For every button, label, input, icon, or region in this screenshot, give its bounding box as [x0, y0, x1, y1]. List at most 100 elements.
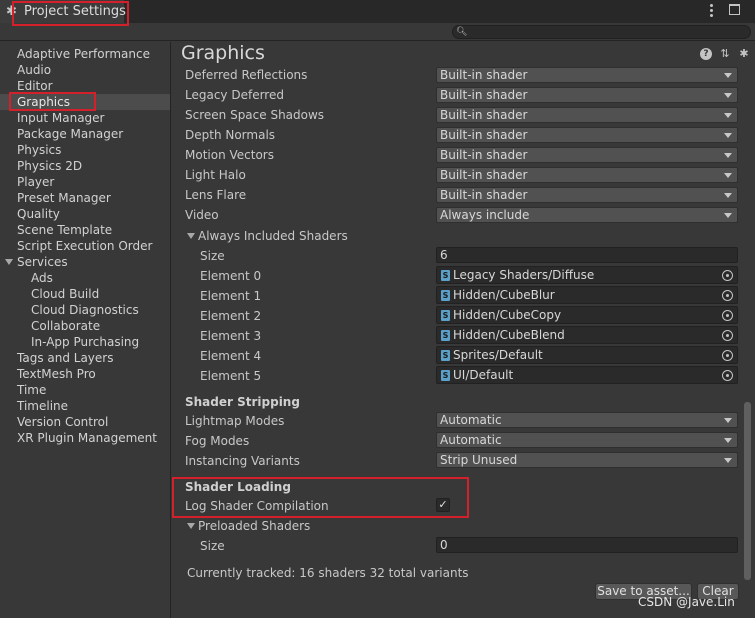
deferred-reflections-dropdown[interactable]: Built-in shader	[436, 67, 738, 83]
chevron-down-icon	[724, 133, 732, 138]
sidebar-item-in-app-purchasing[interactable]: In-App Purchasing	[31, 334, 139, 350]
object-picker-icon[interactable]	[722, 370, 733, 381]
dropdown-value: Built-in shader	[440, 188, 528, 202]
kebab-menu-icon[interactable]	[707, 3, 715, 20]
element-3-object-field[interactable]: S Hidden/CubeBlend	[436, 326, 738, 344]
sidebar-item-adaptive-performance[interactable]: Adaptive Performance	[17, 46, 150, 62]
chevron-down-icon	[724, 153, 732, 158]
shader-icon: S	[441, 290, 450, 301]
element-label: Element 0	[200, 269, 262, 283]
row-label: Deferred Reflections	[185, 68, 308, 82]
preloaded-fold-arrow-icon[interactable]	[187, 523, 195, 529]
sidebar-item-version-control[interactable]: Version Control	[17, 414, 108, 430]
preloaded-shaders-label[interactable]: Preloaded Shaders	[198, 518, 310, 534]
shader-icon: S	[441, 350, 450, 361]
sidebar-item-tags-and-layers[interactable]: Tags and Layers	[17, 350, 113, 366]
sidebar-item-script-execution-order[interactable]: Script Execution Order	[17, 238, 152, 254]
instancing-variants-dropdown[interactable]: Strip Unused	[436, 452, 738, 468]
motion-vectors-dropdown[interactable]: Built-in shader	[436, 147, 738, 163]
project-settings-window: ✱ Project Settings 🔍︎ Adaptive Performan…	[0, 0, 755, 618]
always-included-shaders-label[interactable]: Always Included Shaders	[198, 228, 348, 244]
always-included-fold-arrow-icon[interactable]	[187, 233, 195, 239]
tracked-shaders-text: Currently tracked: 16 shaders 32 total v…	[187, 566, 469, 580]
dropdown-value: Built-in shader	[440, 128, 528, 142]
sidebar-item-audio[interactable]: Audio	[17, 62, 51, 78]
annotation-box-shader-loading	[172, 477, 469, 518]
sidebar-item-cloud-build[interactable]: Cloud Build	[31, 286, 99, 302]
lightmap-modes-dropdown[interactable]: Automatic	[436, 412, 738, 428]
object-picker-icon[interactable]	[722, 330, 733, 341]
maximize-icon[interactable]	[729, 4, 740, 15]
dropdown-value: Always include	[440, 208, 530, 222]
search-input[interactable]	[452, 25, 751, 39]
element-4-object-field[interactable]: S Sprites/Default	[436, 346, 738, 364]
annotation-box-title	[12, 1, 129, 26]
object-name: UI/Default	[453, 368, 514, 382]
row-label: Video	[185, 208, 219, 222]
row-label: Instancing Variants	[185, 454, 300, 468]
chevron-down-icon	[724, 73, 732, 78]
sidebar-item-services[interactable]: Services	[17, 254, 68, 270]
sidebar-item-physics[interactable]: Physics	[17, 142, 61, 158]
sidebar-item-scene-template[interactable]: Scene Template	[17, 222, 112, 238]
object-picker-icon[interactable]	[722, 270, 733, 281]
settings-icon[interactable]: ✱	[738, 48, 750, 60]
row-label: Legacy Deferred	[185, 88, 284, 102]
video-dropdown[interactable]: Always include	[436, 207, 738, 223]
services-fold-arrow-icon[interactable]	[5, 259, 13, 265]
legacy-deferred-dropdown[interactable]: Built-in shader	[436, 87, 738, 103]
size-label: Size	[200, 249, 225, 263]
help-icon[interactable]: ?	[700, 48, 712, 60]
object-name: Hidden/CubeCopy	[453, 308, 562, 322]
screen-space-shadows-dropdown[interactable]: Built-in shader	[436, 107, 738, 123]
shader-icon: S	[441, 310, 450, 321]
sidebar-item-input-manager[interactable]: Input Manager	[17, 110, 105, 126]
object-picker-icon[interactable]	[722, 310, 733, 321]
sidebar-item-cloud-diagnostics[interactable]: Cloud Diagnostics	[31, 302, 139, 318]
chevron-down-icon	[724, 173, 732, 178]
element-0-object-field[interactable]: S Legacy Shaders/Diffuse	[436, 266, 738, 284]
sidebar-item-time[interactable]: Time	[17, 382, 46, 398]
row-label: Fog Modes	[185, 434, 250, 448]
sidebar-item-package-manager[interactable]: Package Manager	[17, 126, 123, 142]
element-label: Element 2	[200, 309, 262, 323]
row-label: Light Halo	[185, 168, 246, 182]
watermark: CSDN @Jave.Lin	[638, 595, 735, 609]
object-name: Sprites/Default	[453, 348, 543, 362]
element-label: Element 4	[200, 349, 262, 363]
sidebar-item-quality[interactable]: Quality	[17, 206, 60, 222]
sidebar-item-xr-plugin-management[interactable]: XR Plugin Management	[17, 430, 157, 446]
sidebar-item-physics-2d[interactable]: Physics 2D	[17, 158, 82, 174]
object-picker-icon[interactable]	[722, 290, 733, 301]
object-name: Legacy Shaders/Diffuse	[453, 268, 595, 282]
always-included-size-field[interactable]: 6	[436, 247, 738, 263]
depth-normals-dropdown[interactable]: Built-in shader	[436, 127, 738, 143]
element-1-object-field[interactable]: S Hidden/CubeBlur	[436, 286, 738, 304]
sidebar-item-player[interactable]: Player	[17, 174, 54, 190]
sidebar-item-timeline[interactable]: Timeline	[17, 398, 68, 414]
dropdown-value: Built-in shader	[440, 68, 528, 82]
element-2-object-field[interactable]: S Hidden/CubeCopy	[436, 306, 738, 324]
page-title: Graphics	[181, 42, 265, 64]
preset-icon[interactable]: ⇅	[719, 48, 731, 60]
object-name: Hidden/CubeBlend	[453, 328, 565, 342]
light-halo-dropdown[interactable]: Built-in shader	[436, 167, 738, 183]
chevron-down-icon	[724, 418, 732, 423]
object-picker-icon[interactable]	[722, 350, 733, 361]
chevron-down-icon	[724, 213, 732, 218]
sidebar-item-textmesh-pro[interactable]: TextMesh Pro	[17, 366, 96, 382]
shader-icon: S	[441, 270, 450, 281]
lens-flare-dropdown[interactable]: Built-in shader	[436, 187, 738, 203]
dropdown-value: Automatic	[440, 413, 502, 427]
preloaded-size-field[interactable]: 0	[436, 537, 738, 553]
element-5-object-field[interactable]: S UI/Default	[436, 366, 738, 384]
chevron-down-icon	[724, 438, 732, 443]
vertical-scrollbar[interactable]	[744, 402, 751, 580]
sidebar-item-ads[interactable]: Ads	[31, 270, 53, 286]
sidebar-item-preset-manager[interactable]: Preset Manager	[17, 190, 111, 206]
row-label: Depth Normals	[185, 128, 276, 142]
fog-modes-dropdown[interactable]: Automatic	[436, 432, 738, 448]
sidebar-item-collaborate[interactable]: Collaborate	[31, 318, 100, 334]
dropdown-value: Built-in shader	[440, 108, 528, 122]
search-icon: 🔍︎	[456, 27, 468, 37]
